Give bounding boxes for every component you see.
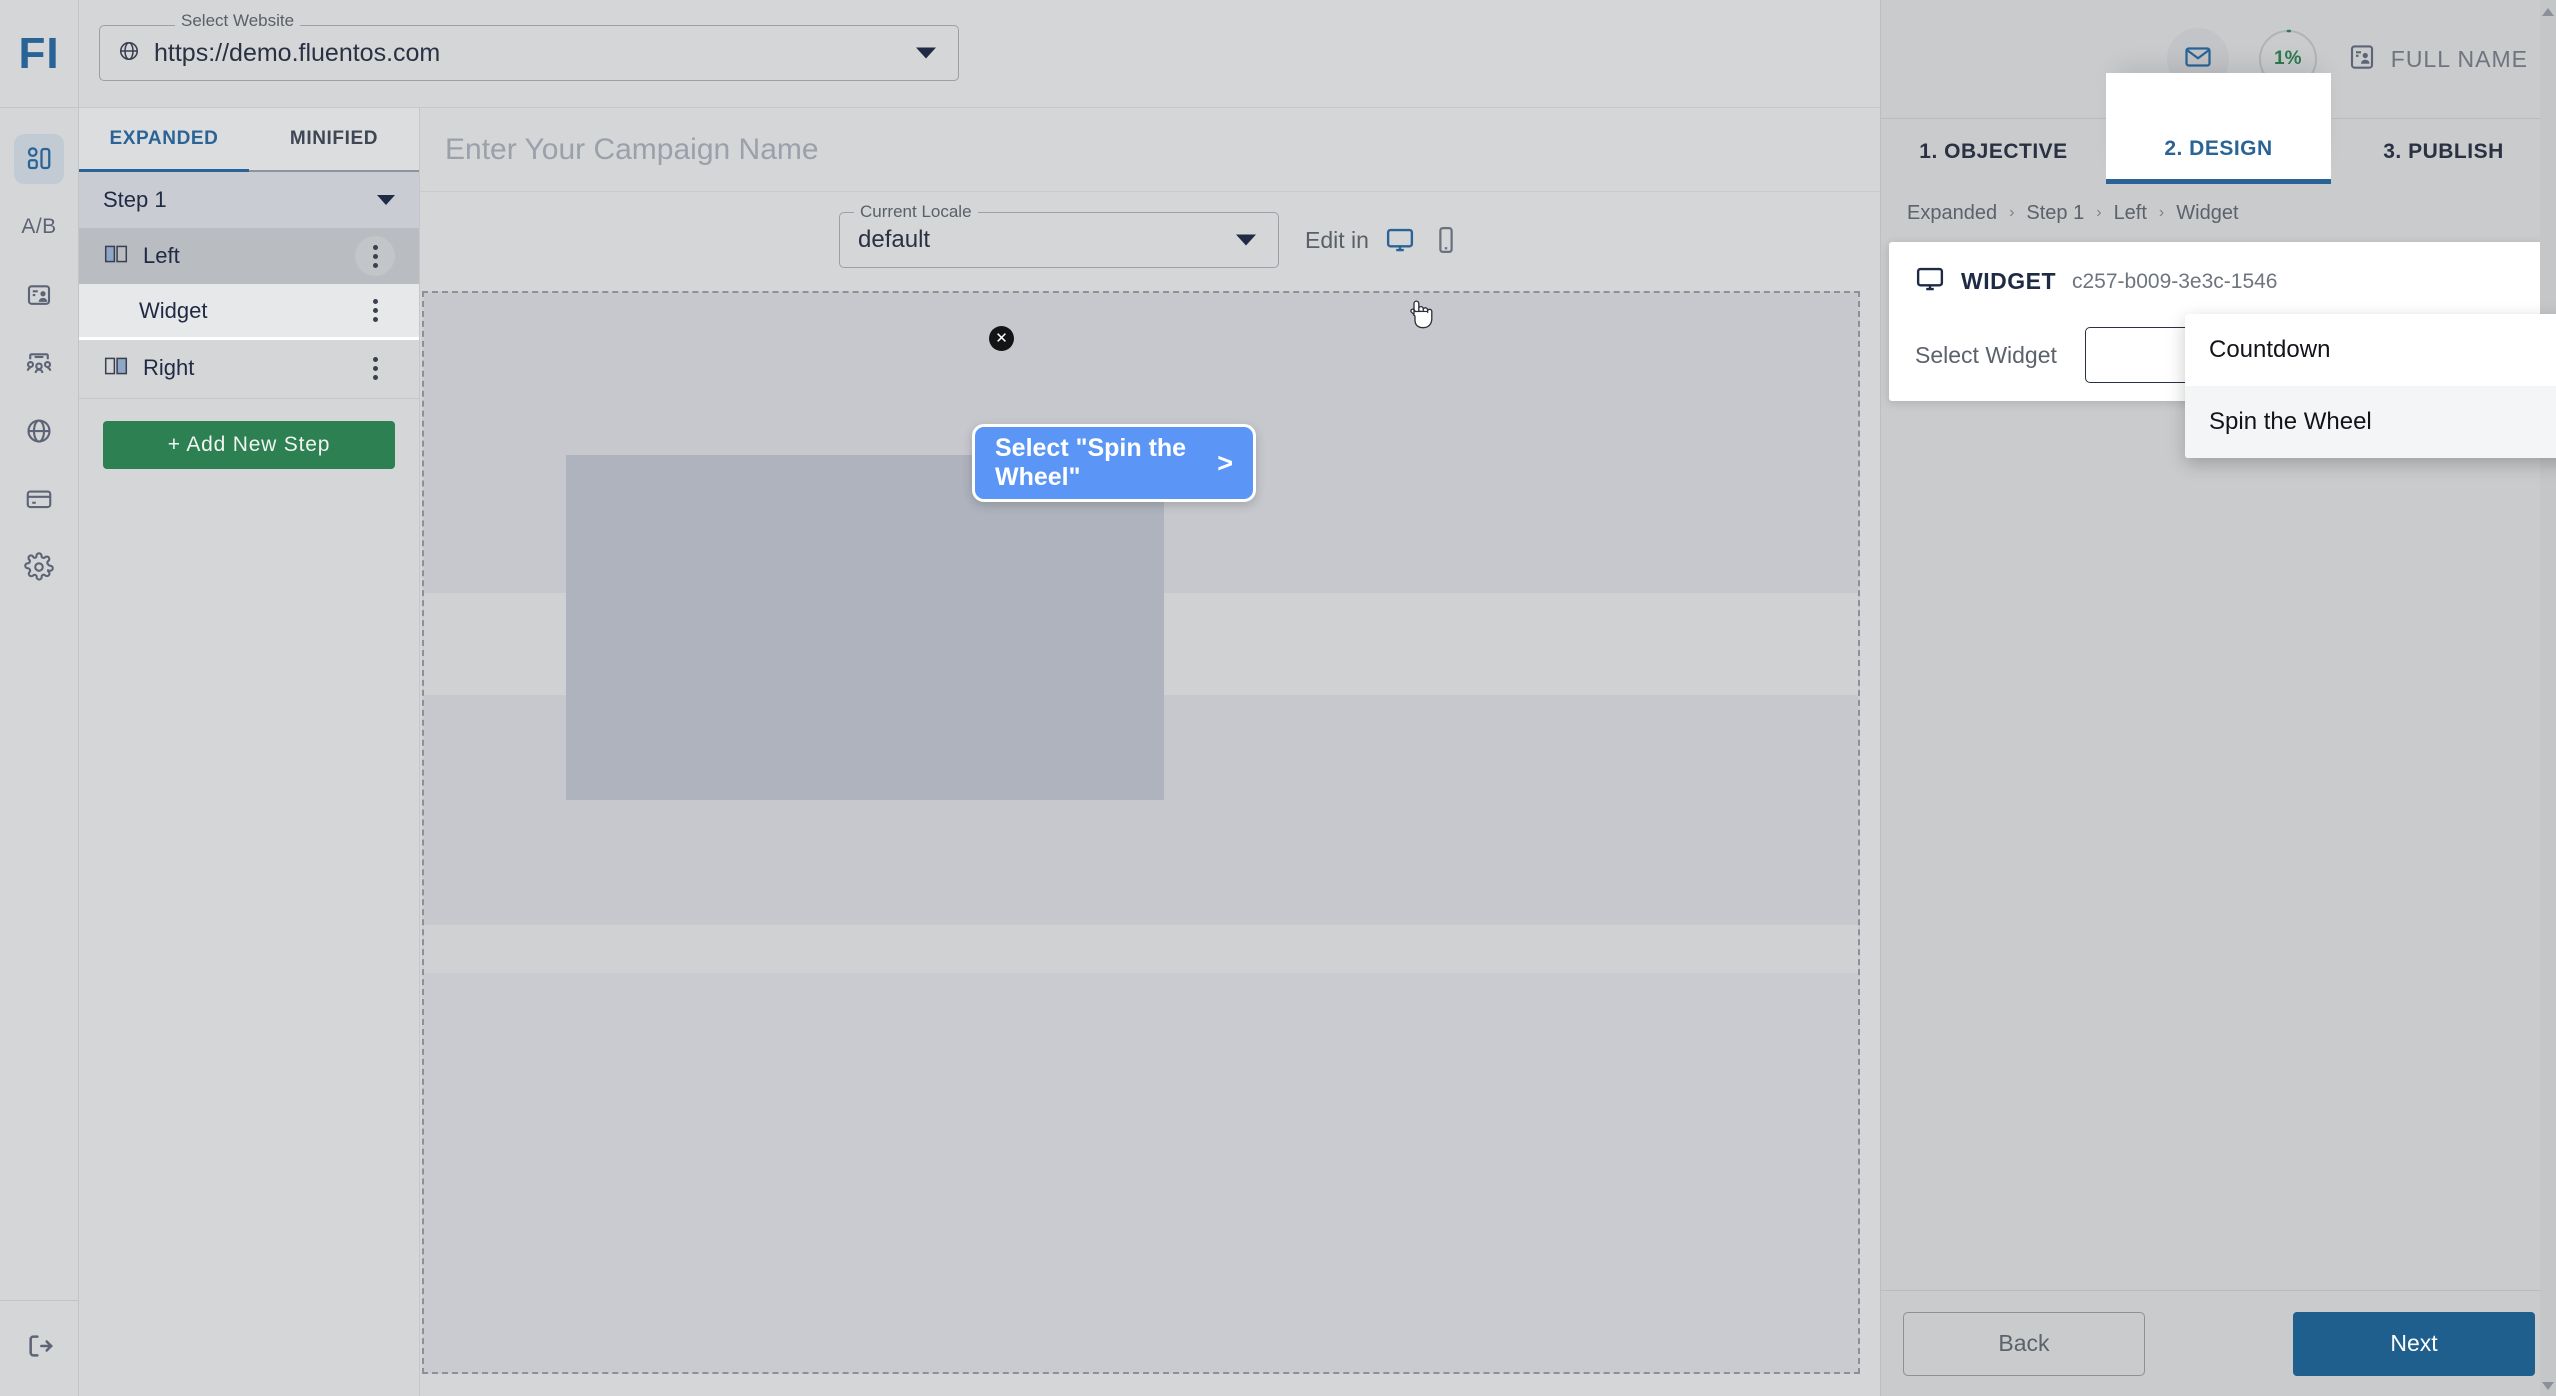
- edit-in-label: Edit in: [1305, 226, 1369, 253]
- tree-row-label: Widget: [139, 297, 208, 323]
- sidebar-item-audience[interactable]: [14, 338, 64, 388]
- locale-value: default: [858, 226, 931, 253]
- sidebar-item-dashboard[interactable]: [14, 134, 64, 184]
- tree-row-content: Widget: [103, 298, 207, 324]
- select-widget-label: Select Widget: [1915, 341, 2057, 368]
- right-panel-scrollbar[interactable]: [2540, 0, 2556, 1396]
- rail-items: A/B: [14, 108, 64, 592]
- sidebar-item-campaigns[interactable]: [14, 270, 64, 320]
- dashboard-icon: [24, 144, 54, 174]
- breadcrumb-item-expanded[interactable]: Expanded: [1907, 202, 1997, 225]
- tree-row-menu-button[interactable]: [355, 236, 395, 276]
- mail-icon: [2183, 42, 2213, 77]
- profile-name: FULL NAME: [2390, 45, 2528, 72]
- option-spin-the-wheel[interactable]: Spin the Wheel: [2185, 386, 2556, 458]
- preview-hero-block: [566, 455, 1164, 800]
- locale-label: Current Locale: [854, 202, 978, 222]
- sidebar-item-domains[interactable]: [14, 406, 64, 456]
- breadcrumb-separator-icon: ›: [2158, 204, 2165, 221]
- chevron-down-icon[interactable]: [377, 195, 395, 205]
- option-countdown[interactable]: Countdown: [2185, 314, 2556, 386]
- breadcrumb-separator-icon: ›: [2009, 204, 2015, 221]
- preview-band: [424, 925, 1858, 973]
- add-new-step-button[interactable]: + Add New Step: [103, 421, 395, 469]
- sidebar-item-ab-test[interactable]: A/B: [14, 202, 64, 252]
- breadcrumb-separator-icon: ›: [2096, 204, 2102, 221]
- user-card-icon: [2347, 42, 2377, 77]
- layout-left-icon: [103, 241, 129, 272]
- sidebar-item-billing[interactable]: [14, 474, 64, 524]
- left-icon-rail: FI A/B: [0, 0, 79, 1396]
- logout-button[interactable]: [0, 1300, 79, 1396]
- widget-options-menu: Countdown Spin the Wheel: [2185, 314, 2556, 458]
- tree-row-widget[interactable]: Widget: [79, 284, 419, 340]
- logout-icon: [24, 1330, 56, 1367]
- tree-row-menu-button[interactable]: [355, 291, 395, 331]
- globe-icon: [118, 40, 140, 67]
- tab-expanded[interactable]: EXPANDED: [79, 108, 249, 172]
- mobile-icon[interactable]: [1431, 225, 1461, 255]
- tab-design[interactable]: 2. DESIGN: [2106, 73, 2331, 184]
- coachmark-next-button[interactable]: >: [1217, 448, 1233, 479]
- preview-band: [424, 973, 1858, 1372]
- website-selector[interactable]: https://demo.fluentos.com: [99, 25, 959, 81]
- top-bar: https://demo.fluentos.com Select Website: [79, 0, 1880, 108]
- website-selector-label: Select Website: [175, 11, 301, 31]
- campaign-name-input[interactable]: Enter Your Campaign Name: [420, 108, 1880, 192]
- monitor-icon[interactable]: [1385, 225, 1415, 255]
- divider: [79, 398, 419, 399]
- profile-button[interactable]: FULL NAME: [2347, 42, 2528, 77]
- step-tree-panel: EXPANDED MINIFIED Step 1 Left Widget Rig…: [79, 108, 420, 1396]
- wizard-footer: Back Next: [1881, 1290, 2556, 1396]
- chevron-down-icon[interactable]: [1236, 234, 1257, 246]
- coachmark-text: Select "Spin the Wheel": [995, 434, 1187, 491]
- campaign-card-icon: [24, 280, 54, 310]
- widget-card-id: c257-b009-3e3c-1546: [2072, 269, 2278, 293]
- website-value: https://demo.fluentos.com: [154, 38, 441, 67]
- step-label: Step 1: [103, 187, 167, 212]
- breadcrumb-item-step-1[interactable]: Step 1: [2026, 202, 2084, 225]
- tab-publish[interactable]: 3. PUBLISH: [2331, 119, 2556, 184]
- canvas-area: Enter Your Campaign Name Current Locale …: [420, 108, 1880, 1396]
- app-logo: FI: [0, 0, 79, 108]
- sidebar-item-settings[interactable]: [14, 542, 64, 592]
- breadcrumb: Expanded › Step 1 › Left › Widget: [1881, 184, 2556, 242]
- audience-icon: [24, 348, 54, 378]
- ab-test-icon: A/B: [21, 215, 57, 238]
- back-button[interactable]: Back: [1903, 1311, 2145, 1376]
- settings-gear-icon: [24, 552, 54, 582]
- monitor-icon: [1915, 264, 1945, 299]
- breadcrumb-item-left[interactable]: Left: [2114, 202, 2147, 225]
- coachmark-tooltip: Select "Spin the Wheel" >: [972, 424, 1256, 502]
- tree-view-tabs: EXPANDED MINIFIED: [79, 108, 419, 172]
- scroll-down-icon[interactable]: [2542, 1382, 2554, 1390]
- billing-card-icon: [24, 484, 54, 514]
- widget-card-header: WIDGET c257-b009-3e3c-1546: [1889, 264, 2548, 299]
- coachmark-close-button[interactable]: ✕: [989, 326, 1014, 351]
- locale-selector[interactable]: Current Locale default: [839, 202, 1280, 268]
- globe-icon: [24, 416, 54, 446]
- widget-settings-card: WIDGET c257-b009-3e3c-1546 Select Widget…: [1889, 242, 2556, 458]
- tab-minified[interactable]: MINIFIED: [249, 108, 419, 172]
- scroll-up-icon[interactable]: [2542, 8, 2554, 16]
- chevron-down-icon[interactable]: [916, 47, 936, 59]
- widget-card-title: WIDGET: [1961, 268, 2056, 294]
- breadcrumb-item-widget[interactable]: Widget: [2176, 202, 2238, 225]
- step-header[interactable]: Step 1: [79, 172, 419, 228]
- tree-row-content: Right: [103, 353, 194, 384]
- tree-row-menu-button[interactable]: [355, 348, 395, 388]
- locale-toolbar: Current Locale default Edit in: [420, 193, 1880, 287]
- tree-row-label: Left: [143, 243, 180, 268]
- tree-row-right[interactable]: Right: [79, 340, 419, 396]
- tree-row-left[interactable]: Left: [79, 228, 419, 284]
- wizard-tabs: 1. OBJECTIVE 2. DESIGN 3. PUBLISH: [1881, 73, 2556, 184]
- tree-row-label: Right: [143, 355, 195, 380]
- tree-row-content: Left: [103, 241, 180, 272]
- next-button[interactable]: Next: [2293, 1311, 2535, 1376]
- right-panel: 1% FULL NAME 1. OBJECTIVE 2. DESIGN 3. P…: [1880, 0, 2556, 1396]
- edit-in-group: Edit in: [1305, 225, 1461, 255]
- layout-right-icon: [103, 353, 129, 384]
- tab-objective[interactable]: 1. OBJECTIVE: [1881, 119, 2106, 184]
